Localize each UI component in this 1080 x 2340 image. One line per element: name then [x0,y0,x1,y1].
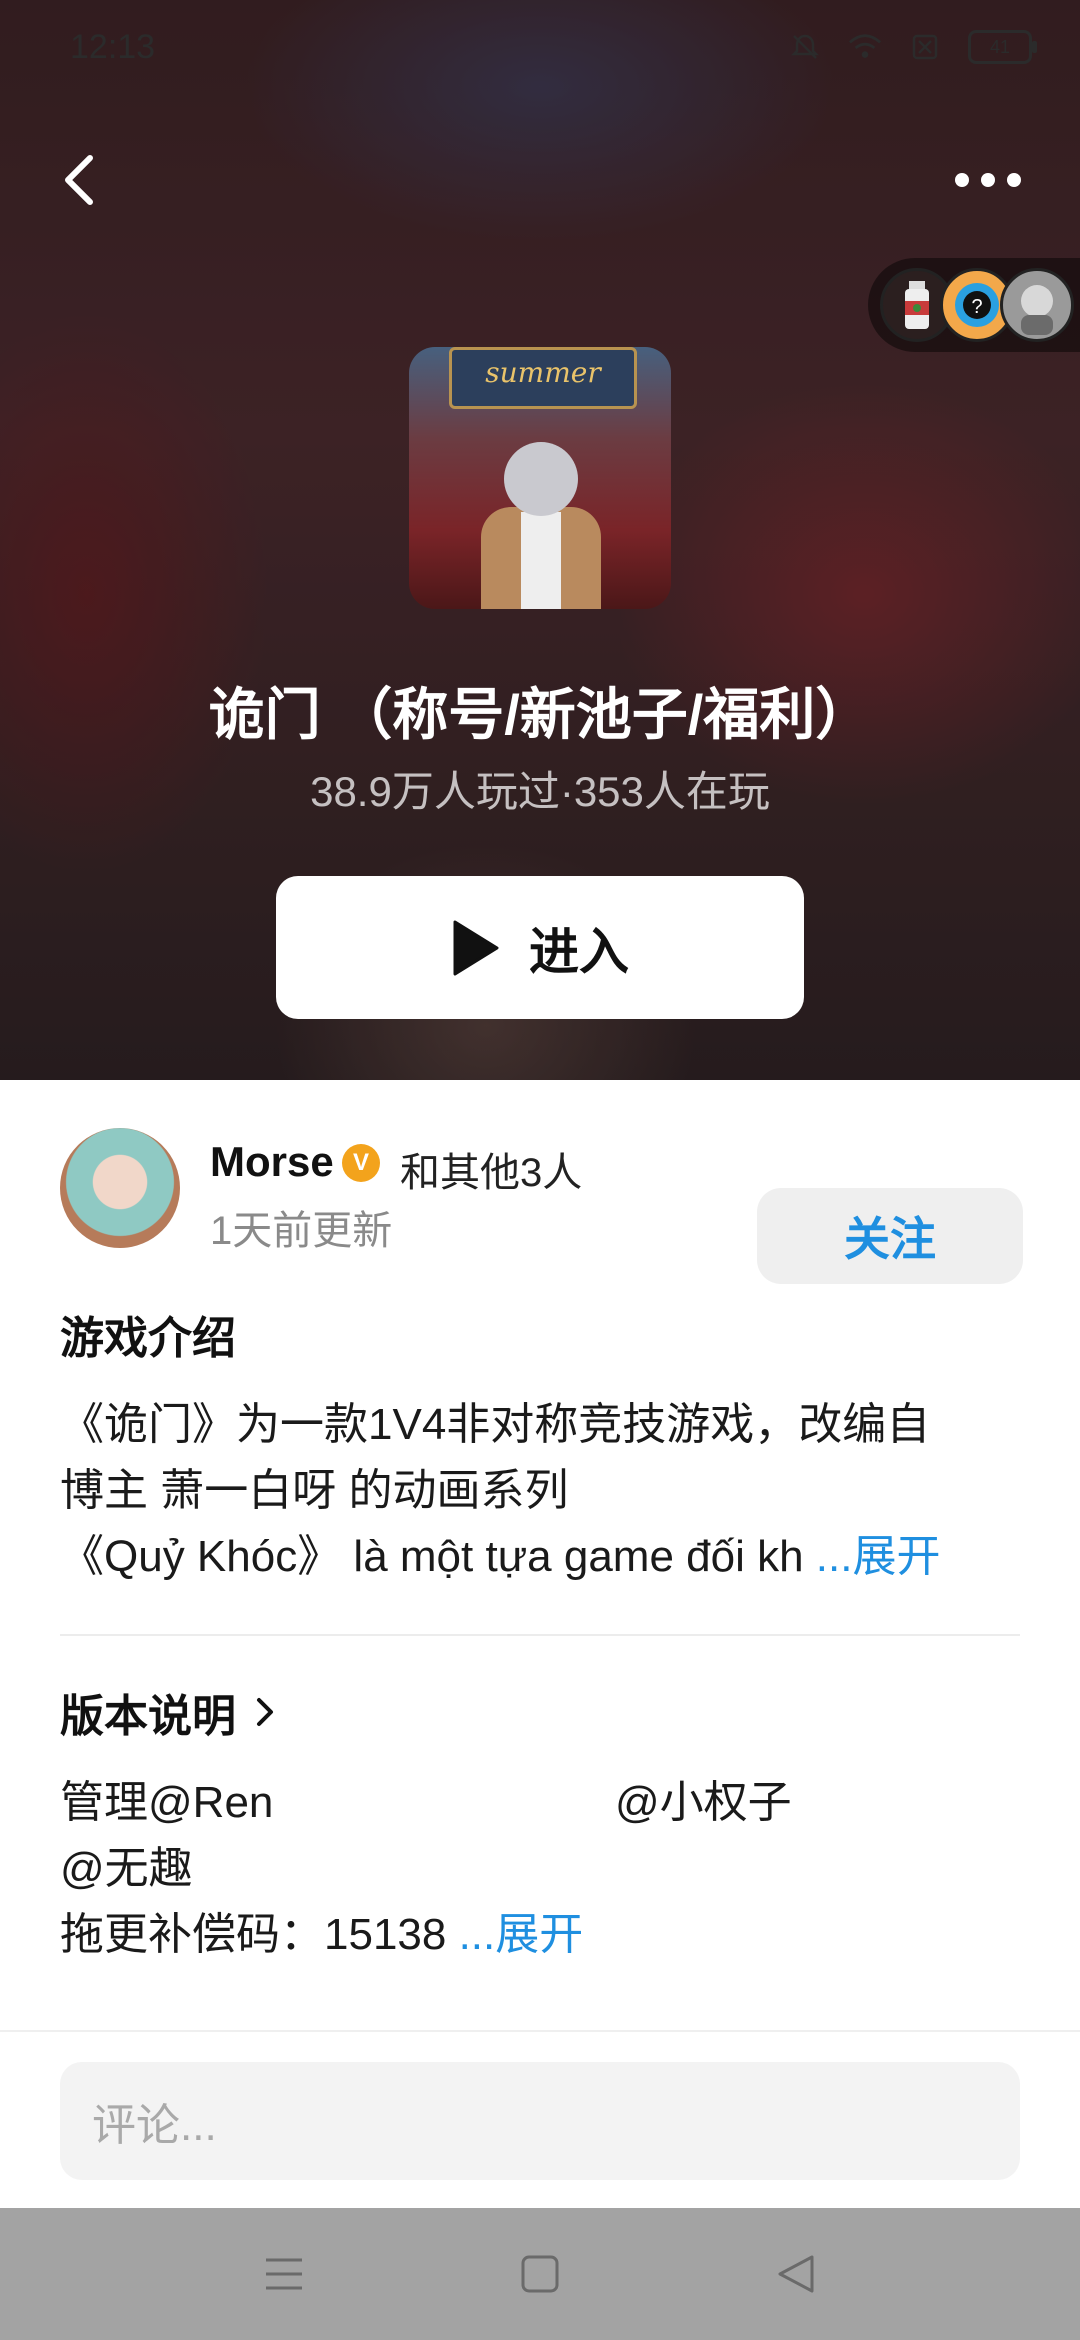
svg-text:?: ? [971,296,982,318]
cover-character-head [504,442,578,516]
players-avatars[interactable]: ? [868,258,1080,352]
game-hero: 12:13 41 ? summer 诡门 （称号/新池子/福利） 38.9万人玩… [0,0,1080,1080]
author-avatar[interactable] [60,1128,180,1248]
divider [60,1634,1020,1636]
more-button[interactable] [948,160,1028,200]
menu-icon[interactable] [262,2252,306,2296]
version-line: 管理@Ren @小权子 [60,1770,1020,1836]
enter-label: 进入 [529,923,629,980]
intro-line: 《Quỷ Khóc》 là một tựa game đối kh ...展开 [60,1524,1020,1590]
back-button[interactable] [52,150,112,210]
more-icon [1007,173,1021,187]
intro-line-text: 《Quỷ Khóc》 là một tựa game đối kh [60,1532,816,1581]
cover-character-shirt [521,512,561,609]
intro-heading: 游戏介绍 [60,1314,236,1363]
system-nav-bar [0,2208,1080,2340]
version-admin: @小权子 [615,1778,792,1827]
intro-expand-link[interactable]: ...展开 [816,1532,941,1581]
comment-bar: 评论... [0,2030,1080,2208]
follow-button[interactable]: 关注 [757,1188,1023,1284]
version-code: 拖更补偿码：15138 [60,1910,459,1959]
top-nav [0,140,1080,220]
player-avatar [1000,268,1074,342]
version-expand-link[interactable]: ...展开 [459,1910,584,1959]
back-triangle-icon[interactable] [774,2252,818,2296]
enter-button[interactable]: 进入 [276,876,804,1019]
intro-line: 《诡门》为一款1V4非对称竞技游戏，改编自 [60,1400,931,1449]
game-cover-image: summer [409,347,671,609]
intro-text[interactable]: 《诡门》为一款1V4非对称竞技游戏，改编自 博主 萧一白呀 的动画系列 《Quỷ… [60,1392,1020,1590]
play-icon [453,920,499,975]
chevron-right-icon [257,1698,273,1726]
cover-banner-text: summer [449,347,637,409]
home-icon[interactable] [518,2252,562,2296]
status-time: 12:13 [70,28,156,66]
intro-line: 博主 萧一白呀 的动画系列 [60,1466,569,1515]
version-heading: 版本说明 [60,1692,236,1741]
game-title: 诡门 （称号/新池子/福利） [208,683,872,746]
back-icon [65,155,93,205]
version-text[interactable]: 管理@Ren @小权子 @无趣 拖更补偿码：15138 ...展开 [60,1770,1020,1968]
sim-off-icon [908,30,942,64]
version-line: @无趣 [60,1844,193,1893]
status-icons: 41 [788,30,1037,64]
co-authors-link[interactable]: 和其他3人 [400,1140,582,1198]
update-time: 1天前更新 [210,1209,393,1253]
version-notes-header[interactable]: 版本说明 [60,1680,276,1744]
more-icon [955,173,969,187]
status-bar: 12:13 41 [0,0,1080,96]
more-icon [981,173,995,187]
version-line: 拖更补偿码：15138 ...展开 [60,1902,1020,1968]
battery-level: 41 [989,36,1011,57]
bell-off-icon [788,30,822,64]
game-stats: 38.9万人玩过·353人在玩 [310,768,770,815]
battery-icon: 41 [968,30,1037,64]
comment-input[interactable]: 评论... [60,2062,1020,2180]
version-admin: 管理@Ren [60,1778,274,1827]
author-row: Morse V 和其他3人 1天前更新 关注 [60,1128,1023,1284]
author-name[interactable]: Morse [210,1138,334,1186]
verified-badge-icon: V [342,1144,380,1182]
wifi-icon [848,30,882,64]
